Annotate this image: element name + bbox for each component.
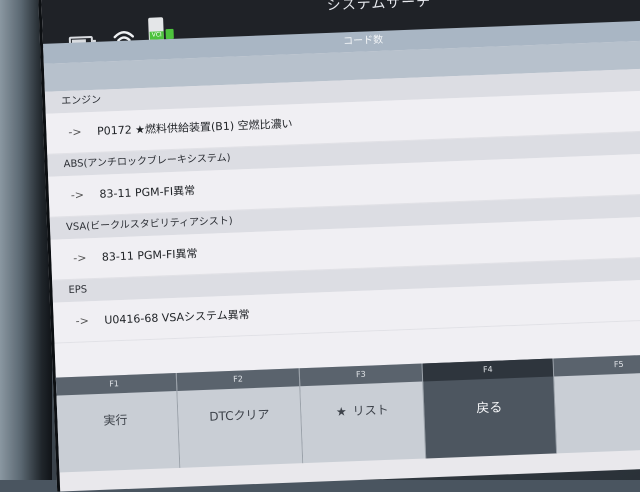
arrow-icon: -> [68, 125, 82, 139]
f4-key-number: F4 [422, 358, 554, 382]
star-icon: ★ [335, 404, 348, 419]
dtc-text: 83-11 PGM-FI異常 [99, 184, 196, 201]
f2-key-number: F2 [176, 368, 300, 391]
f1-key-number: F1 [51, 372, 177, 396]
f2-label: DTCクリア [209, 407, 270, 424]
f3-label: リスト [352, 402, 389, 419]
f5-label [555, 389, 640, 394]
dtc-clear-button[interactable]: F2 DTCクリア [176, 368, 304, 468]
arrow-icon: -> [75, 314, 90, 328]
dtc-text: U0416-68 VSAシステム異常 [104, 308, 250, 327]
dtc-text: 83-11 PGM-FI異常 [101, 247, 198, 264]
dtc-text: P0172 ★燃料供給装置(B1) 空燃比濃い [96, 117, 293, 138]
screen: システムサーチ VCI コード数 エンジン -> P0172 ★燃料供給装置(B… [38, 0, 640, 492]
f3-label-wrap: ★ リスト [301, 400, 424, 422]
arrow-icon: -> [70, 188, 85, 202]
f5-button[interactable]: F5 [553, 353, 640, 454]
f1-button[interactable]: F1 実行 [51, 372, 181, 473]
page-title: システムサーチ [326, 0, 432, 14]
f3-key-number: F3 [299, 363, 423, 387]
arrow-icon: -> [73, 251, 87, 265]
f4-label: 戻る [476, 400, 503, 417]
list-button[interactable]: F3 ★ リスト [299, 363, 427, 464]
f1-label: 実行 [103, 412, 128, 428]
back-button[interactable]: F4 戻る [422, 358, 558, 459]
